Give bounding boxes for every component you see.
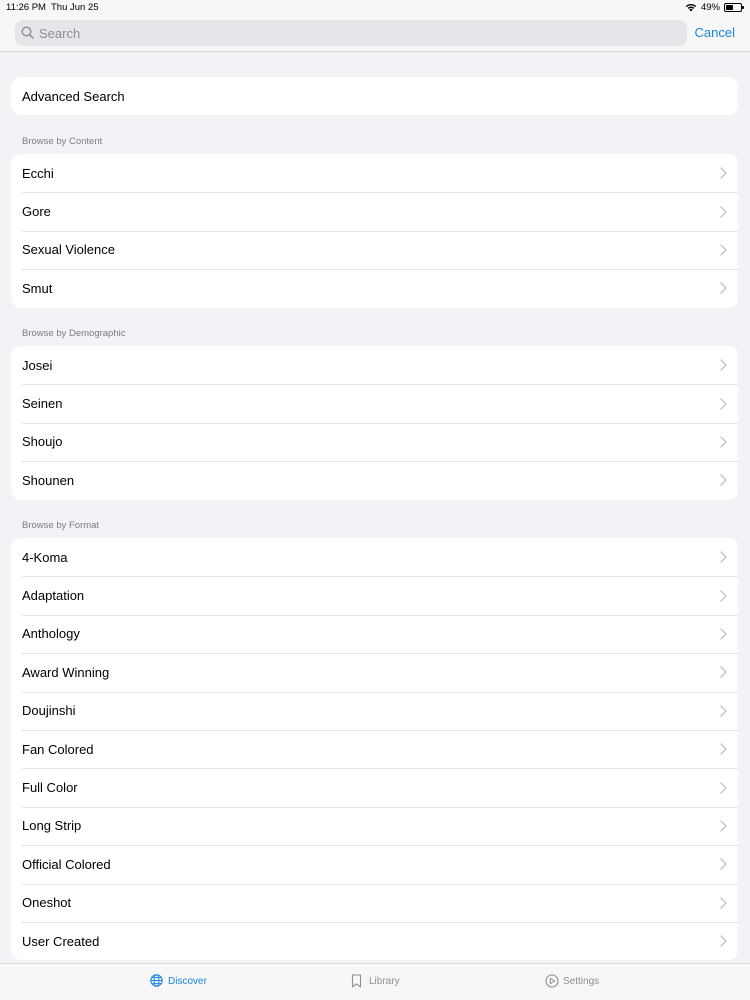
list-item[interactable]: Full Color — [11, 768, 738, 806]
list-item-label: Award Winning — [22, 664, 110, 680]
list-item[interactable]: Award Winning — [11, 653, 738, 691]
section-header-demographic: Browse by Demographic — [22, 328, 126, 339]
chevron-right-icon — [720, 205, 728, 218]
chevron-right-icon — [720, 628, 728, 640]
list-item-label: Sexual Violence — [22, 242, 115, 258]
list-item-label: Seinen — [22, 396, 63, 412]
list-item-label: Smut — [22, 280, 53, 296]
list-item[interactable]: Official Colored — [11, 845, 738, 883]
list-item-label: Doujinshi — [22, 703, 76, 719]
list-item-label: Shoujo — [22, 434, 63, 450]
list-item-label: 4-Koma — [22, 549, 68, 565]
chevron-right-icon — [720, 244, 728, 256]
list-item[interactable]: Fan Colored — [11, 729, 738, 768]
list-item-label: Shounen — [22, 472, 75, 488]
tab-bar: Discover Library Settings — [0, 963, 750, 1000]
search-icon — [21, 26, 35, 40]
advanced-search-label: Advanced Search — [22, 88, 125, 104]
chevron-right-icon — [720, 474, 728, 487]
search-header: Cancel — [0, 16, 750, 52]
list-item[interactable]: Seinen — [11, 384, 738, 422]
list-item-label: Gore — [22, 204, 51, 220]
chevron-right-icon — [720, 897, 728, 909]
tab-discover[interactable]: Discover — [150, 974, 207, 988]
tab-settings-label: Settings — [563, 975, 600, 987]
list-item[interactable]: Shounen — [11, 461, 738, 499]
list-item-label: User Created — [22, 933, 100, 949]
list-item-label: Official Colored — [22, 856, 111, 872]
tab-library[interactable]: Library — [351, 974, 400, 988]
chevron-right-icon — [720, 705, 728, 717]
list-item-label: Josei — [22, 357, 53, 373]
advanced-search-row[interactable]: Advanced Search — [11, 77, 738, 115]
content-group: Ecchi Gore Sexual Violence Smut — [11, 154, 738, 308]
battery-percent: 49% — [700, 2, 720, 13]
demographic-group: Josei Seinen Shoujo Shounen — [11, 346, 738, 500]
list-item[interactable]: Ecchi — [11, 154, 738, 192]
chevron-right-icon — [720, 436, 728, 448]
list-item-label: Anthology — [22, 626, 80, 642]
globe-icon — [150, 974, 164, 988]
bookmark-icon — [351, 974, 365, 988]
chevron-right-icon — [720, 781, 728, 794]
list-item[interactable]: Shoujo — [11, 422, 738, 461]
list-item-label: Fan Colored — [22, 741, 94, 757]
chevron-right-icon — [720, 935, 728, 947]
format-group: 4-Koma Adaptation Anthology Award Winning Do… — [11, 538, 738, 961]
list-item[interactable]: Adaptation — [11, 576, 738, 614]
battery-fill — [726, 5, 733, 10]
tab-settings[interactable]: Settings — [545, 974, 599, 988]
search-input[interactable] — [39, 21, 659, 45]
list-item[interactable]: Sexual Violence — [11, 230, 738, 269]
battery-icon — [724, 3, 744, 12]
list-item[interactable]: Doujinshi — [11, 691, 738, 730]
tab-library-label: Library — [369, 975, 400, 987]
list-item-label: Full Color — [22, 780, 78, 796]
list-item-label: Ecchi — [22, 165, 54, 181]
search-field[interactable] — [15, 20, 687, 46]
list-item[interactable]: Josei — [11, 346, 738, 384]
section-header-content: Browse by Content — [22, 136, 103, 147]
wifi-icon — [685, 3, 697, 12]
chevron-right-icon — [720, 743, 728, 755]
list-item[interactable]: Oneshot — [11, 883, 738, 922]
chevron-right-icon — [720, 167, 728, 179]
section-header-format: Browse by Format — [22, 520, 100, 531]
chevron-right-icon — [720, 589, 728, 602]
list-item-label: Oneshot — [22, 895, 72, 911]
status-date: Thu Jun 25 — [51, 2, 99, 13]
tab-discover-label: Discover — [168, 975, 207, 987]
list-item[interactable]: Gore — [11, 192, 738, 230]
list-item[interactable]: Smut — [11, 269, 738, 307]
chevron-right-icon — [720, 551, 728, 563]
cancel-button[interactable]: Cancel — [695, 25, 735, 40]
list-item-label: Adaptation — [22, 588, 85, 604]
chevron-right-icon — [720, 820, 728, 832]
chevron-right-icon — [720, 397, 728, 410]
chevron-right-icon — [720, 858, 728, 871]
status-time: 11:26 PM — [6, 2, 46, 13]
list-item[interactable]: User Created — [11, 921, 738, 960]
list-item[interactable]: 4-Koma — [11, 538, 738, 576]
status-right: 49% — [685, 2, 744, 13]
status-bar: 11:26 PM Thu Jun 25 49% — [0, 0, 750, 16]
list-item[interactable]: Long Strip — [11, 806, 738, 845]
advanced-search-group: Advanced Search — [11, 77, 738, 115]
gear-icon — [545, 974, 559, 988]
list-item[interactable]: Anthology — [11, 614, 738, 653]
chevron-right-icon — [720, 282, 728, 295]
chevron-right-icon — [720, 666, 728, 679]
list-item-label: Long Strip — [22, 818, 82, 834]
chevron-right-icon — [720, 359, 728, 371]
